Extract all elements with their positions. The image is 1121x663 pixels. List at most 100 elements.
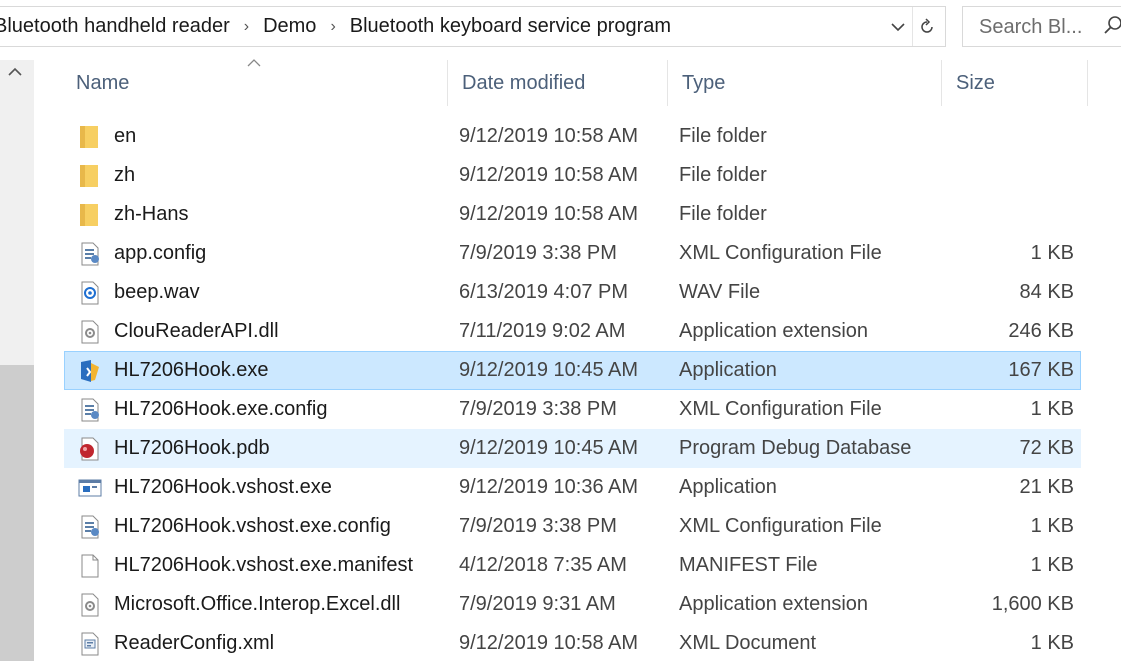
file-size: 1,600 KB [991, 593, 1074, 615]
column-header-name-label: Name [76, 71, 130, 94]
file-list: en 9/12/2019 10:58 AM File folder zh 9/1… [64, 117, 1081, 663]
file-type: Program Debug Database [679, 437, 912, 459]
folder-icon [78, 203, 102, 227]
file-name: HL7206Hook.vshost.exe [114, 476, 332, 498]
file-name: app.config [114, 242, 207, 264]
breadcrumb: Bluetooth handheld reader › Demo › Bluet… [0, 7, 679, 46]
file-row[interactable]: Microsoft.Office.Interop.Excel.dll 7/9/2… [64, 585, 1081, 624]
file-date: 7/9/2019 3:38 PM [459, 515, 617, 537]
file-name: HL7206Hook.vshost.exe.config [114, 515, 391, 537]
file-date: 9/12/2019 10:58 AM [459, 125, 639, 147]
column-header-size-label: Size [956, 71, 995, 94]
file-size: 1 KB [1030, 515, 1074, 537]
dll-file-icon [78, 320, 102, 344]
file-row[interactable]: ClouReaderAPI.dll 7/11/2019 9:02 AM Appl… [64, 312, 1081, 351]
file-date: 9/12/2019 10:58 AM [459, 203, 639, 225]
file-row[interactable]: beep.wav 6/13/2019 4:07 PM WAV File 84 K… [64, 273, 1081, 312]
file-date: 9/12/2019 10:58 AM [459, 632, 639, 654]
file-row[interactable]: HL7206Hook.exe 9/12/2019 10:45 AM Applic… [64, 351, 1081, 390]
file-type: Application [679, 359, 777, 381]
column-header-date-label: Date modified [462, 71, 586, 94]
blank-file-icon [78, 554, 102, 578]
file-name: HL7206Hook.exe [114, 359, 269, 381]
window-exe-icon [78, 476, 102, 500]
file-size: 1 KB [1030, 398, 1074, 420]
xml-file-icon [78, 632, 102, 656]
config-file-icon [78, 242, 102, 266]
file-row[interactable]: ReaderConfig.xml 9/12/2019 10:58 AM XML … [64, 624, 1081, 663]
search-input[interactable]: Search Bl... [979, 16, 1082, 39]
column-header-size[interactable]: Size [942, 60, 1088, 106]
file-type: File folder [679, 203, 767, 225]
breadcrumb-item-current-folder[interactable]: Bluetooth keyboard service program [342, 15, 679, 38]
file-name: beep.wav [114, 281, 200, 303]
refresh-icon[interactable] [912, 7, 941, 46]
folder-icon [78, 164, 102, 188]
file-type: XML Configuration File [679, 515, 882, 537]
file-date: 7/9/2019 3:38 PM [459, 242, 617, 264]
file-name: zh [114, 164, 136, 186]
file-date: 9/12/2019 10:36 AM [459, 476, 639, 498]
search-box[interactable]: Search Bl... [962, 6, 1121, 47]
file-name: Microsoft.Office.Interop.Excel.dll [114, 593, 401, 615]
column-header-type-label: Type [682, 71, 726, 94]
column-header-type[interactable]: Type [668, 60, 942, 106]
address-bar[interactable]: Bluetooth handheld reader › Demo › Bluet… [0, 6, 946, 47]
breadcrumb-item-demo[interactable]: Demo [255, 15, 324, 38]
folder-icon [78, 125, 102, 149]
file-name: zh-Hans [114, 203, 189, 225]
file-name: HL7206Hook.pdb [114, 437, 270, 459]
chevron-down-icon[interactable] [886, 7, 910, 46]
file-size: 84 KB [1019, 281, 1074, 303]
file-row[interactable]: HL7206Hook.pdb 9/12/2019 10:45 AM Progra… [64, 429, 1081, 468]
file-type: MANIFEST File [679, 554, 818, 576]
file-type: File folder [679, 125, 767, 147]
file-date: 9/12/2019 10:45 AM [459, 359, 639, 381]
column-header-date[interactable]: Date modified [448, 60, 668, 106]
file-row[interactable]: app.config 7/9/2019 3:38 PM XML Configur… [64, 234, 1081, 273]
app-exe-icon [78, 359, 102, 383]
file-type: XML Configuration File [679, 398, 882, 420]
audio-file-icon [78, 281, 102, 305]
file-type: File folder [679, 164, 767, 186]
file-date: 9/12/2019 10:45 AM [459, 437, 639, 459]
dll-file-icon [78, 593, 102, 617]
config-file-icon [78, 398, 102, 422]
file-type: Application extension [679, 320, 869, 342]
column-headers: Name Date modified Type Size [62, 59, 1092, 106]
file-row[interactable]: HL7206Hook.vshost.exe 9/12/2019 10:36 AM… [64, 468, 1081, 507]
file-size: 1 KB [1030, 632, 1074, 654]
breadcrumb-item-bluetooth-handheld-reader[interactable]: Bluetooth handheld reader [0, 15, 238, 38]
file-name: ReaderConfig.xml [114, 632, 275, 654]
file-name: HL7206Hook.exe.config [114, 398, 328, 420]
file-row[interactable]: zh-Hans 9/12/2019 10:58 AM File folder [64, 195, 1081, 234]
file-row[interactable]: HL7206Hook.vshost.exe.config 7/9/2019 3:… [64, 507, 1081, 546]
file-row[interactable]: zh 9/12/2019 10:58 AM File folder [64, 156, 1081, 195]
file-name: en [114, 125, 137, 147]
file-type: XML Document [679, 632, 817, 654]
file-type: XML Configuration File [679, 242, 882, 264]
file-size: 1 KB [1030, 242, 1074, 264]
file-row[interactable]: HL7206Hook.vshost.exe.manifest 4/12/2018… [64, 546, 1081, 585]
file-size: 246 KB [1008, 320, 1074, 342]
file-date: 9/12/2019 10:58 AM [459, 164, 639, 186]
file-row[interactable]: HL7206Hook.exe.config 7/9/2019 3:38 PM X… [64, 390, 1081, 429]
file-row[interactable]: en 9/12/2019 10:58 AM File folder [64, 117, 1081, 156]
search-icon[interactable] [1103, 15, 1121, 41]
chevron-right-icon[interactable]: › [324, 18, 341, 36]
file-size: 1 KB [1030, 554, 1074, 576]
scroll-up-arrow-icon[interactable] [8, 64, 22, 82]
file-type: Application extension [679, 593, 869, 615]
scrollbar[interactable] [0, 60, 34, 661]
pdb-file-icon [78, 437, 102, 461]
scrollbar-thumb[interactable] [0, 365, 34, 661]
chevron-right-icon[interactable]: › [238, 18, 255, 36]
file-date: 7/11/2019 9:02 AM [459, 320, 626, 342]
file-date: 7/9/2019 9:31 AM [459, 593, 616, 615]
file-date: 6/13/2019 4:07 PM [459, 281, 629, 303]
sort-ascending-icon [247, 54, 261, 70]
file-date: 4/12/2018 7:35 AM [459, 554, 627, 576]
file-date: 7/9/2019 3:38 PM [459, 398, 617, 420]
file-size: 72 KB [1019, 437, 1074, 459]
column-header-name[interactable]: Name [62, 59, 448, 106]
